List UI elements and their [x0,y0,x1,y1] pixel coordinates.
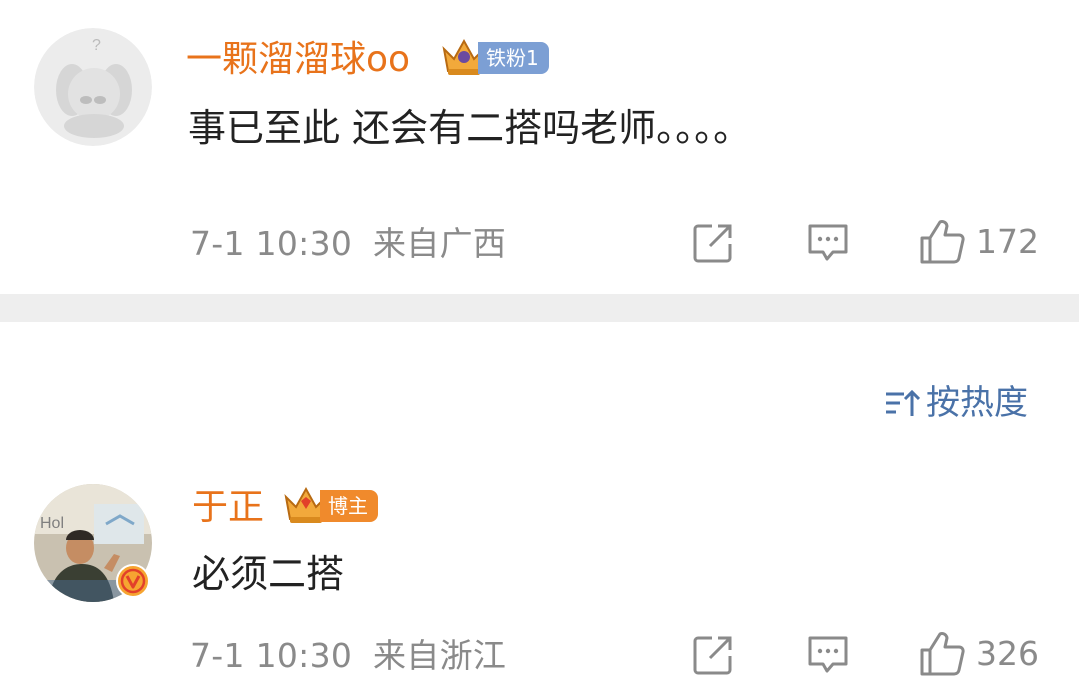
comment-location: 来自广西 [373,224,507,263]
sort-icon [886,389,920,416]
comment-button[interactable] [806,222,850,264]
comment-meta: 7-1 10:30 来自浙江 [190,636,506,676]
like-count: 326 [976,634,1039,673]
section-divider [0,294,1079,322]
like-icon [920,220,965,264]
badge-label: 博主 [320,490,378,522]
comment-icon [808,636,848,673]
share-button[interactable] [692,634,734,676]
blogger-badge[interactable]: 博主 [282,486,378,523]
badge-label: 铁粉1 [478,42,549,74]
like-button[interactable]: 172 [918,218,1039,266]
like-button[interactable]: 326 [918,630,1039,678]
comment-button[interactable] [806,634,850,676]
share-icon [693,636,732,675]
fan-badge[interactable]: 铁粉1 [440,38,549,75]
sort-label: 按热度 [926,383,1028,423]
comment-meta: 7-1 10:30 来自广西 [190,224,506,264]
default-dog-avatar-icon: ? [34,28,152,146]
share-icon [693,224,732,263]
comment-date: 7-1 10:30 [190,224,353,263]
comment-location: 来自浙江 [373,636,507,675]
username[interactable]: 于正 [192,486,264,530]
verified-v-icon [116,564,150,598]
like-count: 172 [976,222,1039,261]
comment-icon [808,224,848,261]
share-button[interactable] [692,222,734,264]
avatar[interactable]: Hol [34,484,152,602]
svg-text:Hol: Hol [40,515,64,532]
comment-date: 7-1 10:30 [190,636,353,675]
like-icon [920,632,965,676]
avatar[interactable]: ? [34,28,152,146]
username[interactable]: 一颗溜溜球oo [186,38,410,82]
comment-text: 事已至此 还会有二搭吗老师。。。。 [188,106,752,150]
sort-by-hot-button[interactable]: 按热度 [884,381,1028,425]
comment-text: 必须二搭 [192,552,345,596]
svg-text:?: ? [92,37,101,54]
